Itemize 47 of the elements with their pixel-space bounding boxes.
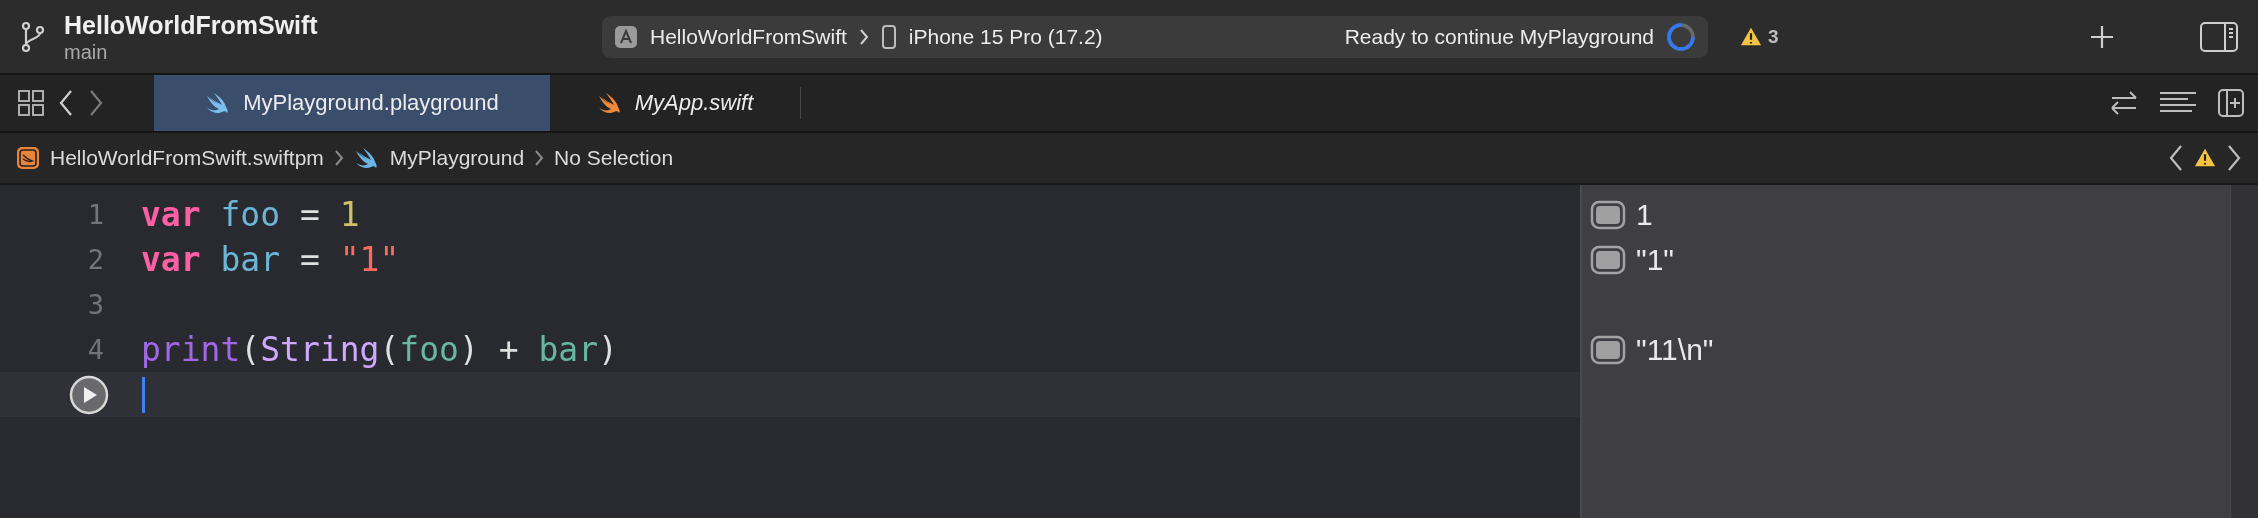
back-icon[interactable]	[2168, 144, 2184, 172]
run-button-icon[interactable]	[69, 374, 109, 415]
breadcrumb-item[interactable]: No Selection	[554, 146, 674, 170]
quick-look-icon[interactable]	[1590, 244, 1626, 275]
code-line: var foo = 1	[141, 195, 360, 234]
code-line: var bar = "1"	[141, 240, 400, 279]
line-number: 3	[87, 289, 104, 320]
swift-icon	[353, 147, 380, 169]
text-cursor	[142, 376, 145, 413]
editor-tab[interactable]: MyPlayground.playground	[154, 75, 550, 131]
quick-look-icon[interactable]	[1590, 199, 1626, 230]
package-icon	[16, 146, 40, 170]
warning-count[interactable]: 3	[1768, 25, 1779, 48]
line-number: 2	[87, 244, 104, 275]
grid-icon[interactable]	[18, 90, 44, 116]
chevron-icon	[534, 149, 545, 167]
status-text: Ready to continue MyPlayground	[1344, 24, 1654, 49]
add-icon[interactable]	[2090, 24, 2114, 49]
add-editor-icon[interactable]	[2218, 89, 2244, 117]
project-title: HelloWorldFromSwift	[64, 9, 319, 40]
back-icon[interactable]	[58, 89, 74, 117]
scheme-name[interactable]: HelloWorldFromSwift	[650, 24, 847, 49]
branch-name: main	[64, 39, 109, 64]
forward-icon[interactable]	[88, 89, 104, 117]
swift-icon	[596, 92, 623, 114]
result-value: "11\n"	[1636, 332, 1714, 367]
device-name[interactable]: iPhone 15 Pro (17.2)	[908, 24, 1103, 49]
inspector-toggle-icon[interactable]	[2200, 21, 2238, 52]
line-number: 1	[87, 199, 104, 230]
phone-icon	[880, 23, 897, 50]
result-value: "1"	[1636, 242, 1674, 277]
warning-icon	[2194, 147, 2216, 169]
swap-icon[interactable]	[2110, 90, 2138, 116]
forward-icon[interactable]	[2226, 144, 2242, 172]
breadcrumb-item[interactable]: MyPlayground	[389, 146, 525, 170]
chevron-icon	[333, 149, 344, 167]
line-number: 4	[87, 334, 104, 365]
breadcrumb-item[interactable]: HelloWorldFromSwift.swiftpm	[50, 146, 324, 170]
branch-icon	[20, 20, 46, 53]
quick-look-icon[interactable]	[1590, 334, 1626, 365]
app-icon	[614, 24, 638, 49]
code-line: print(String(foo) + bar)	[141, 330, 618, 369]
spinner-icon	[1666, 21, 1696, 52]
lines-icon[interactable]	[2160, 91, 2196, 115]
chevron-icon	[858, 27, 869, 46]
result-value: 1	[1636, 197, 1653, 232]
editor-tab[interactable]: MyApp.swift	[550, 87, 801, 119]
